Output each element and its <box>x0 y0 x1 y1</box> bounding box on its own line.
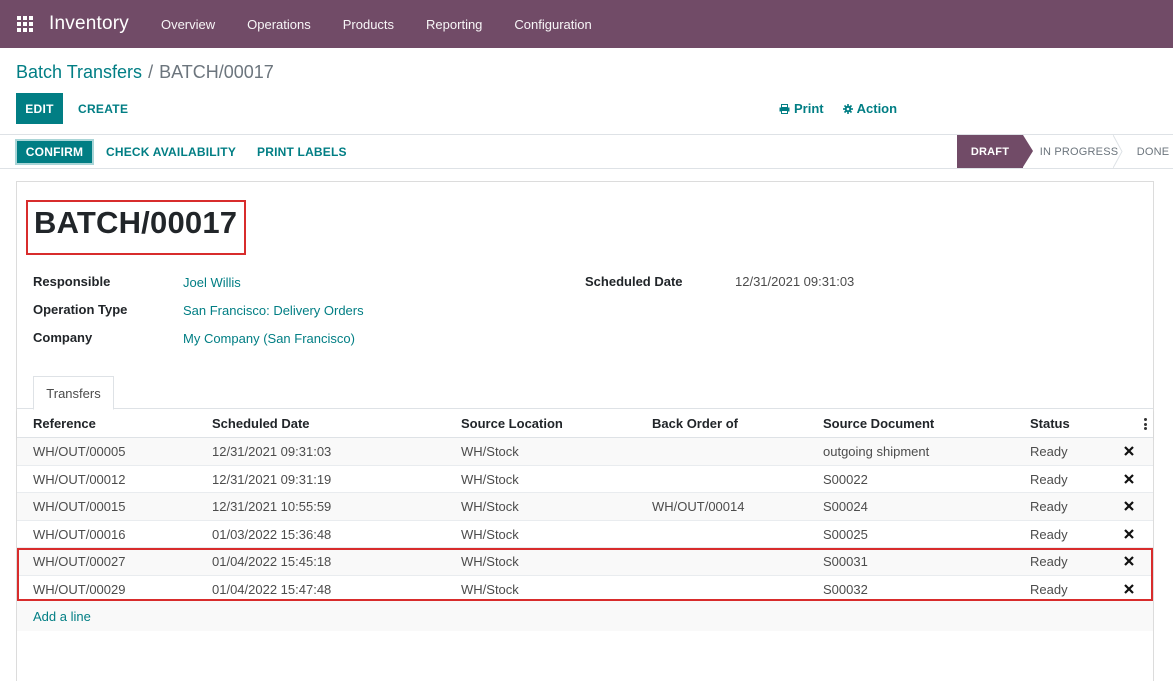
transfers-table: Reference Scheduled Date Source Location… <box>17 409 1153 604</box>
remove-row-icon[interactable] <box>1124 529 1134 539</box>
cell-source-location: WH/Stock <box>461 581 519 597</box>
company-field[interactable]: My Company (San Francisco) <box>183 331 355 346</box>
column-status[interactable]: Status <box>1030 416 1070 431</box>
cell-reference: WH/OUT/00005 <box>33 444 126 459</box>
cell-scheduled-date: 01/04/2022 15:45:18 <box>212 554 332 570</box>
table-row[interactable]: WH/OUT/00027 01/04/2022 15:45:18 WH/Stock S… <box>17 548 1153 576</box>
add-a-line-link[interactable]: Add a line <box>33 609 91 624</box>
app-name[interactable]: Inventory <box>49 13 129 35</box>
gear-icon <box>842 103 853 114</box>
column-scheduled-date[interactable]: Scheduled Date <box>212 416 310 431</box>
action-dropdown[interactable]: Action <box>842 101 898 116</box>
cell-source-document: outgoing shipment <box>823 444 930 459</box>
cell-status: Ready <box>1030 471 1068 487</box>
cell-status: Ready <box>1030 554 1068 570</box>
operation-type-field[interactable]: San Francisco: Delivery Orders <box>183 303 364 318</box>
cell-source-document: S00031 <box>823 554 868 570</box>
cell-reference: WH/OUT/00012 <box>33 471 126 487</box>
cell-reference: WH/OUT/00015 <box>33 499 126 515</box>
cell-reference: WH/OUT/00029 <box>33 581 126 597</box>
stage-done-label: DONE <box>1136 145 1170 158</box>
breadcrumb-current: BATCH/00017 <box>159 62 274 82</box>
table-row[interactable]: WH/OUT/00005 12/31/2021 09:31:03 WH/Stock o… <box>17 438 1153 466</box>
stage-in-progress[interactable]: IN PROGRESS <box>1023 135 1123 168</box>
create-button[interactable]: CREATE <box>78 93 128 124</box>
table-row[interactable]: WH/OUT/00016 01/03/2022 15:36:48 WH/Stock S… <box>17 521 1153 549</box>
company-label: Company <box>33 330 93 345</box>
menu-products[interactable]: Products <box>327 0 410 48</box>
cell-source-document: S00024 <box>823 499 868 515</box>
batch-title: BATCH/00017 <box>34 205 238 240</box>
add-line-row: Add a line <box>17 601 1153 631</box>
scheduled-date-field[interactable]: 12/31/2021 09:31:03 <box>735 274 854 289</box>
form-sheet: BATCH/00017 Responsible Joel Willis Oper… <box>16 181 1154 681</box>
cell-source-document: S00032 <box>823 581 868 597</box>
stage-draft[interactable]: DRAFT <box>957 135 1033 168</box>
stage-in-progress-label: IN PROGRESS <box>1039 145 1119 158</box>
breadcrumb-batch-transfers[interactable]: Batch Transfers <box>16 62 142 83</box>
apps-menu-icon[interactable] <box>17 16 33 32</box>
remove-row-icon[interactable] <box>1124 473 1134 484</box>
cell-source-location: WH/Stock <box>461 499 519 515</box>
cell-scheduled-date: 01/04/2022 15:47:48 <box>212 581 332 597</box>
cell-scheduled-date: 12/31/2021 09:31:19 <box>212 471 332 487</box>
menu-operations[interactable]: Operations <box>231 0 327 48</box>
responsible-label: Responsible <box>33 274 111 289</box>
table-header: Reference Scheduled Date Source Location… <box>17 409 1153 438</box>
cell-status: Ready <box>1030 444 1068 459</box>
action-label: Action <box>856 101 898 116</box>
stage-done[interactable]: DONE <box>1121 135 1173 168</box>
main-menu: Overview Operations Products Reporting C… <box>145 0 608 48</box>
table-body: WH/OUT/00005 12/31/2021 09:31:03 WH/Stock o… <box>17 438 1153 604</box>
edit-button[interactable]: EDIT <box>16 93 63 124</box>
remove-row-icon[interactable] <box>1124 501 1134 511</box>
cell-source-location: WH/Stock <box>461 444 519 459</box>
responsible-field[interactable]: Joel Willis <box>183 275 241 290</box>
cell-status: Ready <box>1030 581 1068 597</box>
column-source-location[interactable]: Source Location <box>461 416 563 431</box>
cell-source-location: WH/Stock <box>461 471 519 487</box>
remove-row-icon[interactable] <box>1124 446 1134 456</box>
breadcrumb-separator: / <box>148 62 154 82</box>
menu-reporting[interactable]: Reporting <box>410 0 498 48</box>
print-dropdown[interactable]: Print <box>779 101 824 116</box>
tab-transfers[interactable]: Transfers <box>33 376 114 410</box>
cell-source-document: S00025 <box>823 526 868 542</box>
column-source-document[interactable]: Source Document <box>823 416 934 431</box>
control-panel-actions: Print Action <box>779 101 897 116</box>
cell-source-location: WH/Stock <box>461 526 519 542</box>
table-row[interactable]: WH/OUT/00029 01/04/2022 15:47:48 WH/Stock S… <box>17 576 1153 604</box>
confirm-button[interactable]: CONFIRM <box>15 139 94 165</box>
menu-configuration[interactable]: Configuration <box>498 0 607 48</box>
cell-scheduled-date: 01/03/2022 15:36:48 <box>212 526 332 542</box>
table-row[interactable]: WH/OUT/00015 12/31/2021 10:55:59 WH/Stock W… <box>17 493 1153 521</box>
top-navbar: Inventory Overview Operations Products R… <box>0 0 1173 48</box>
cell-scheduled-date: 12/31/2021 09:31:03 <box>212 444 332 459</box>
remove-row-icon[interactable] <box>1124 556 1134 567</box>
column-back-order-of[interactable]: Back Order of <box>652 416 738 431</box>
menu-overview[interactable]: Overview <box>145 0 231 48</box>
scheduled-date-label: Scheduled Date <box>585 274 683 289</box>
table-row[interactable]: WH/OUT/00012 12/31/2021 09:31:19 WH/Stock S… <box>17 466 1153 494</box>
print-labels-button[interactable]: PRINT LABELS <box>257 139 347 165</box>
breadcrumb: Batch Transfers / BATCH/00017 <box>16 62 274 83</box>
cell-reference: WH/OUT/00016 <box>33 526 126 542</box>
operation-type-label: Operation Type <box>33 302 128 317</box>
cell-back-order-of: WH/OUT/00014 <box>652 499 745 515</box>
cell-status: Ready <box>1030 499 1068 515</box>
stage-pipeline: DRAFT IN PROGRESS DONE <box>957 135 1173 168</box>
cell-status: Ready <box>1030 526 1068 542</box>
check-availability-button[interactable]: CHECK AVAILABILITY <box>106 139 236 165</box>
cell-scheduled-date: 12/31/2021 10:55:59 <box>212 499 332 515</box>
column-reference[interactable]: Reference <box>33 416 96 431</box>
print-label: Print <box>794 101 824 116</box>
print-icon <box>779 103 790 114</box>
cell-source-location: WH/Stock <box>461 554 519 570</box>
remove-row-icon[interactable] <box>1124 584 1134 594</box>
cell-source-document: S00022 <box>823 471 868 487</box>
form-statusbar: CONFIRM CHECK AVAILABILITY PRINT LABELS … <box>0 134 1173 169</box>
optional-columns-icon[interactable] <box>1144 418 1147 430</box>
cell-reference: WH/OUT/00027 <box>33 554 126 570</box>
